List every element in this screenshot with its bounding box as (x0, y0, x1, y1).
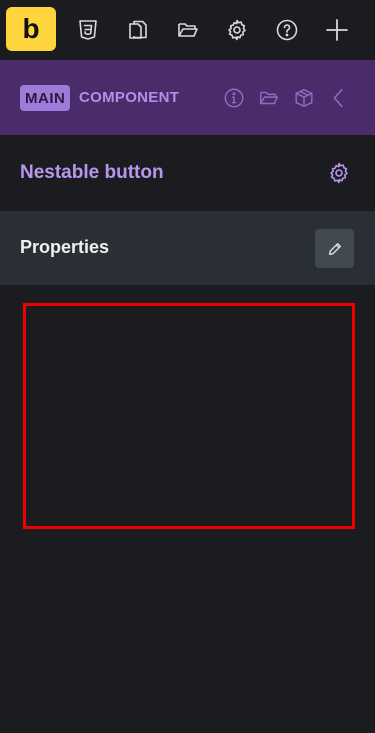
css3-icon[interactable] (73, 15, 103, 45)
component-settings-gear-icon[interactable] (327, 161, 351, 185)
properties-content-area (23, 303, 355, 529)
folder-icon[interactable] (173, 15, 203, 45)
properties-label: Properties (20, 237, 110, 257)
info-icon[interactable] (222, 86, 246, 110)
app-logo[interactable]: b (6, 7, 56, 51)
chevron-left-icon[interactable] (327, 86, 351, 110)
pages-icon[interactable] (123, 15, 153, 45)
component-label: COMPONENT (79, 89, 180, 106)
pencil-icon (328, 242, 341, 255)
top-toolbar: b (0, 0, 375, 60)
help-icon[interactable] (272, 15, 302, 45)
box-3d-icon[interactable] (292, 86, 316, 110)
logo-letter: b (22, 13, 40, 44)
settings-gear-icon[interactable] (222, 15, 252, 45)
add-plus-icon[interactable] (322, 15, 352, 45)
component-title: Nestable button (20, 162, 164, 183)
folder-open-icon[interactable] (257, 86, 281, 110)
main-badge: MAIN (20, 85, 71, 111)
edit-properties-button[interactable] (315, 229, 354, 268)
